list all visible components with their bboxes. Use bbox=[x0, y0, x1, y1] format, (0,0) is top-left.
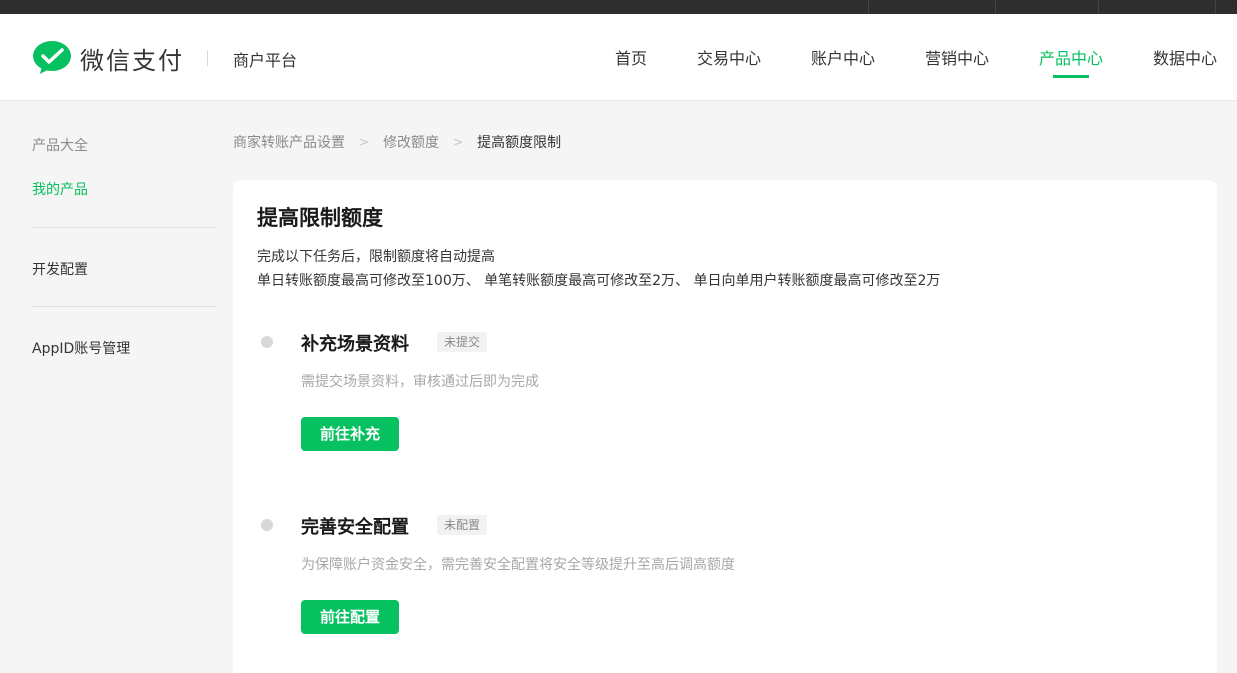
sidebar-divider bbox=[32, 227, 217, 228]
sidebar-group-title: 产品大全 bbox=[32, 138, 88, 154]
page-title: 提高限制额度 bbox=[257, 206, 383, 230]
task-status-dot bbox=[261, 336, 273, 348]
header: 微信支付 商户平台 首页 交易中心 账户中心 营销中心 产品中心 数据中心 bbox=[0, 14, 1237, 101]
breadcrumb-item[interactable]: 商家转账产品设置 bbox=[233, 132, 345, 152]
breadcrumb: 商家转账产品设置 > 修改额度 > 提高额度限制 bbox=[233, 132, 561, 152]
chevron-right-icon: > bbox=[453, 135, 464, 149]
card-description: 完成以下任务后，限制额度将自动提高 bbox=[257, 249, 495, 265]
status-badge: 未配置 bbox=[437, 515, 488, 535]
main-nav: 首页 交易中心 账户中心 营销中心 产品中心 数据中心 bbox=[0, 45, 1237, 101]
nav-item-transactions[interactable]: 交易中心 bbox=[697, 45, 761, 69]
nav-item-products-label: 产品中心 bbox=[1039, 49, 1104, 68]
sidebar: 产品大全 我的产品 开发配置 AppID账号管理 bbox=[0, 102, 233, 673]
task-title: 补充场景资料 bbox=[301, 334, 409, 355]
breadcrumb-current: 提高额度限制 bbox=[477, 135, 562, 151]
nav-item-account[interactable]: 账户中心 bbox=[811, 45, 875, 69]
nav-item-home[interactable]: 首页 bbox=[615, 45, 647, 69]
nav-item-marketing[interactable]: 营销中心 bbox=[925, 45, 989, 69]
top-bar-divider bbox=[1098, 0, 1099, 14]
sidebar-divider bbox=[32, 306, 217, 307]
card-limits-description: 单日转账额度最高可修改至100万、 单笔转账额度最高可修改至2万、 单日向单用户… bbox=[257, 273, 941, 289]
status-badge: 未提交 bbox=[437, 332, 488, 352]
limit-increase-card: 提高限制额度 完成以下任务后，限制额度将自动提高 单日转账额度最高可修改至100… bbox=[233, 180, 1217, 673]
task-status-dot bbox=[261, 519, 273, 531]
breadcrumb-item[interactable]: 修改额度 bbox=[383, 132, 439, 152]
task-description: 需提交场景资料，审核通过后即为完成 bbox=[301, 374, 539, 390]
task-description: 为保障账户资金安全，需完善安全配置将安全等级提升至高后调高额度 bbox=[301, 557, 735, 573]
nav-item-data[interactable]: 数据中心 bbox=[1153, 45, 1217, 69]
go-configure-button[interactable]: 前往配置 bbox=[301, 600, 399, 634]
go-supplement-button[interactable]: 前往补充 bbox=[301, 417, 399, 451]
nav-item-products[interactable]: 产品中心 bbox=[1039, 45, 1104, 78]
top-bar-divider bbox=[995, 0, 996, 14]
top-bar-divider bbox=[868, 0, 869, 14]
nav-active-indicator bbox=[1053, 75, 1089, 78]
sidebar-item-my-products[interactable]: 我的产品 bbox=[32, 179, 88, 199]
chevron-right-icon: > bbox=[359, 135, 370, 149]
sidebar-item-dev-config[interactable]: 开发配置 bbox=[32, 259, 88, 279]
sidebar-item-appid-management[interactable]: AppID账号管理 bbox=[32, 338, 130, 358]
top-bar bbox=[0, 0, 1237, 14]
task-title: 完善安全配置 bbox=[301, 517, 409, 538]
top-bar-divider bbox=[1215, 0, 1216, 14]
